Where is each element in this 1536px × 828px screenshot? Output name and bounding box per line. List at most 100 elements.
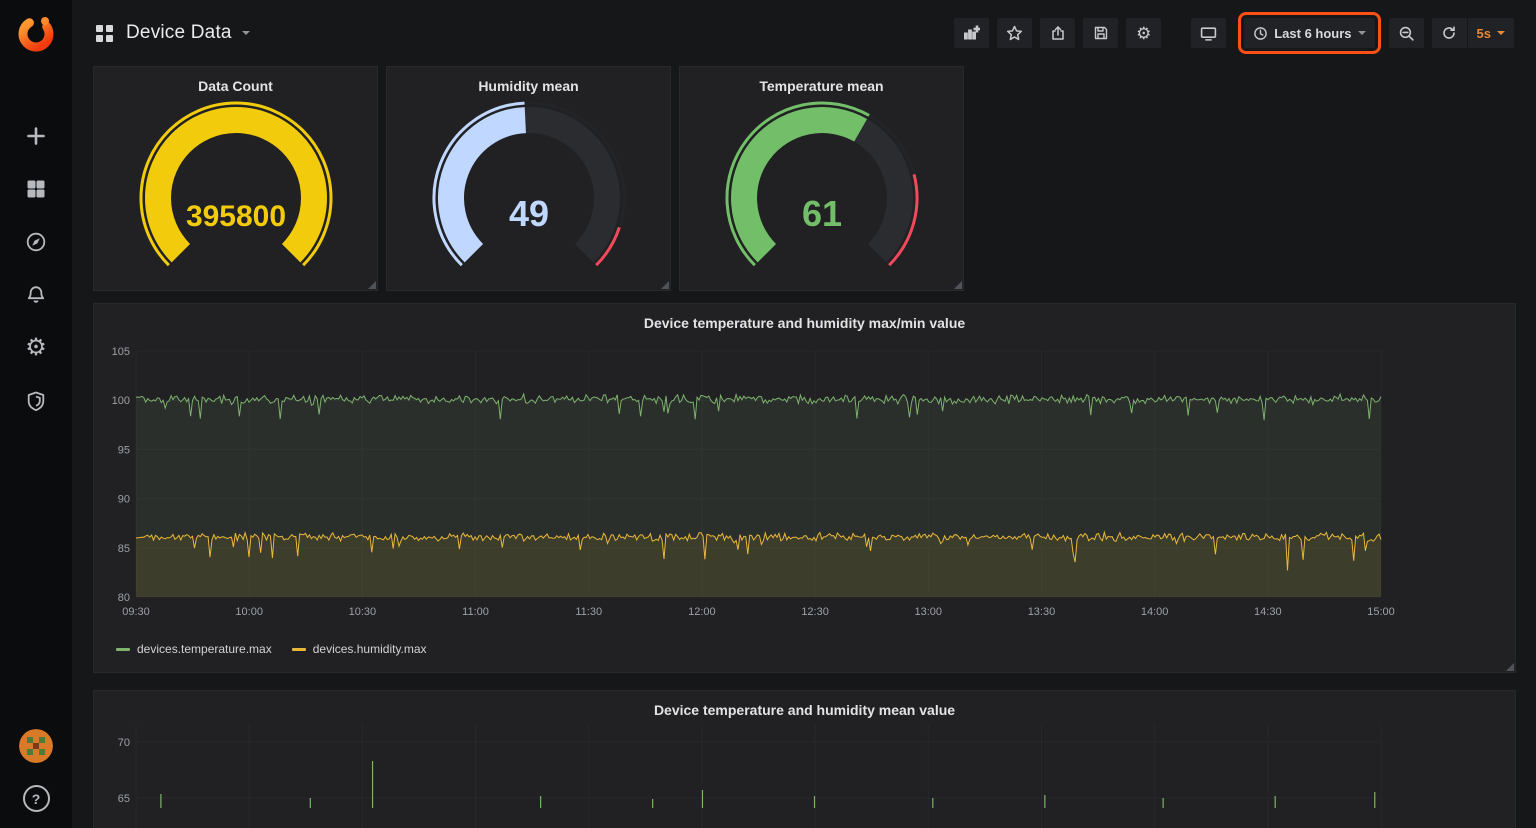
page-title[interactable]: Device Data bbox=[126, 22, 232, 44]
clock-icon bbox=[1253, 26, 1268, 41]
svg-text:100: 100 bbox=[112, 395, 130, 407]
svg-text:10:00: 10:00 bbox=[235, 606, 263, 618]
help-label: ? bbox=[32, 791, 41, 807]
panel-title[interactable]: Temperature mean bbox=[680, 67, 963, 96]
panel-resize-handle[interactable] bbox=[954, 281, 962, 289]
bell-icon bbox=[25, 284, 47, 306]
refresh-group: 5s bbox=[1432, 18, 1514, 48]
sidebar: ⚙ ? bbox=[0, 0, 72, 828]
gauge-temperature-mean: 61 bbox=[682, 98, 962, 284]
legend-item-humidity-max[interactable]: devices.humidity.max bbox=[292, 642, 427, 656]
dashboard-header: Device Data bbox=[72, 0, 1536, 66]
timeseries-chart[interactable]: 70 65 bbox=[94, 724, 1517, 828]
refresh-button[interactable] bbox=[1432, 18, 1467, 48]
gear-icon: ⚙ bbox=[1136, 25, 1151, 42]
grafana-logo[interactable] bbox=[12, 10, 60, 58]
gauge-humidity-mean: 49 bbox=[389, 98, 669, 284]
svg-text:80: 80 bbox=[118, 592, 130, 604]
sidebar-item-configuration[interactable]: ⚙ bbox=[18, 332, 54, 364]
compass-icon bbox=[25, 231, 47, 253]
refresh-interval-label: 5s bbox=[1477, 26, 1491, 41]
sidebar-item-explore[interactable] bbox=[18, 226, 54, 258]
panel-resize-handle[interactable] bbox=[368, 281, 376, 289]
monitor-icon bbox=[1200, 25, 1217, 42]
help-button[interactable]: ? bbox=[23, 785, 50, 812]
panel-mean-chart: Device temperature and humidity mean val… bbox=[93, 690, 1516, 828]
svg-text:95: 95 bbox=[118, 444, 130, 456]
panel-resize-handle[interactable] bbox=[1506, 663, 1514, 671]
dashboard-settings-button[interactable]: ⚙ bbox=[1126, 18, 1161, 48]
panel-title[interactable]: Device temperature and humidity max/min … bbox=[94, 304, 1515, 333]
gear-icon: ⚙ bbox=[25, 336, 47, 360]
chevron-down-icon bbox=[1358, 31, 1366, 35]
legend-swatch bbox=[292, 648, 306, 651]
gauge-panels-row: Data Count 395800 Humidity mean 49 Tempe… bbox=[72, 66, 1536, 291]
add-panel-icon bbox=[963, 25, 980, 42]
svg-text:49: 49 bbox=[508, 193, 548, 234]
sidebar-bottom: ? bbox=[19, 729, 53, 812]
svg-text:61: 61 bbox=[801, 193, 841, 234]
svg-text:13:00: 13:00 bbox=[915, 606, 943, 618]
timeseries-chart[interactable]: 80 85 90 95 100 105 09:30 10:00 10:30 11:00 11:30 1… bbox=[94, 337, 1517, 639]
panel-title[interactable]: Data Count bbox=[94, 67, 377, 96]
svg-text:09:30: 09:30 bbox=[122, 606, 150, 618]
panel-title[interactable]: Device temperature and humidity mean val… bbox=[94, 691, 1515, 720]
share-dashboard-button[interactable] bbox=[1040, 18, 1075, 48]
panel-humidity-mean: Humidity mean 49 bbox=[386, 66, 671, 291]
cycle-view-mode-button[interactable] bbox=[1191, 18, 1226, 48]
svg-text:395800: 395800 bbox=[185, 200, 285, 233]
add-panel-button[interactable] bbox=[954, 18, 989, 48]
star-icon bbox=[1006, 25, 1023, 42]
grafana-dashboard: ⚙ ? bbox=[0, 0, 1536, 828]
toolbar: ⚙ Last 6 hours bbox=[946, 12, 1514, 54]
gauge-data-count: 395800 bbox=[96, 98, 376, 284]
legend-item-temperature-max[interactable]: devices.temperature.max bbox=[116, 642, 272, 656]
svg-text:70: 70 bbox=[118, 737, 130, 749]
legend-swatch bbox=[116, 648, 130, 651]
grafana-logo-icon bbox=[14, 12, 58, 56]
save-icon bbox=[1093, 25, 1109, 41]
dashboards-grid-icon bbox=[25, 178, 47, 200]
sidebar-item-server-admin[interactable] bbox=[18, 385, 54, 417]
shield-icon bbox=[25, 390, 47, 412]
time-range-label: Last 6 hours bbox=[1274, 26, 1351, 41]
mark-favorite-button[interactable] bbox=[997, 18, 1032, 48]
sidebar-item-create[interactable] bbox=[18, 120, 54, 152]
panel-resize-handle[interactable] bbox=[661, 281, 669, 289]
svg-text:13:30: 13:30 bbox=[1028, 606, 1056, 618]
svg-text:90: 90 bbox=[118, 494, 130, 506]
time-picker-annotation-highlight: Last 6 hours bbox=[1238, 12, 1380, 54]
main-area: Device Data bbox=[72, 0, 1536, 828]
title-caret-icon[interactable] bbox=[242, 31, 250, 35]
svg-text:85: 85 bbox=[118, 543, 130, 555]
svg-text:14:30: 14:30 bbox=[1254, 606, 1282, 618]
panel-title[interactable]: Humidity mean bbox=[387, 67, 670, 96]
svg-text:14:00: 14:00 bbox=[1141, 606, 1169, 618]
svg-text:11:00: 11:00 bbox=[462, 606, 489, 618]
time-range-picker[interactable]: Last 6 hours bbox=[1244, 18, 1374, 48]
legend-label: devices.humidity.max bbox=[313, 642, 427, 656]
panel-max-min-chart: Device temperature and humidity max/min … bbox=[93, 303, 1516, 673]
svg-text:10:30: 10:30 bbox=[349, 606, 377, 618]
chevron-down-icon bbox=[1497, 31, 1505, 35]
sidebar-item-alerting[interactable] bbox=[18, 279, 54, 311]
user-avatar[interactable] bbox=[19, 729, 53, 763]
dashboard-grid-icon bbox=[96, 25, 113, 42]
svg-text:65: 65 bbox=[118, 793, 130, 805]
refresh-icon bbox=[1441, 25, 1457, 41]
svg-text:15:00: 15:00 bbox=[1367, 606, 1395, 618]
svg-text:12:30: 12:30 bbox=[801, 606, 829, 618]
panel-temperature-mean: Temperature mean 61 bbox=[679, 66, 964, 291]
svg-text:12:00: 12:00 bbox=[688, 606, 716, 618]
svg-text:11:30: 11:30 bbox=[575, 606, 602, 618]
svg-text:105: 105 bbox=[112, 346, 130, 358]
zoom-out-button[interactable] bbox=[1389, 18, 1424, 48]
user-avatar-icon bbox=[19, 729, 53, 763]
share-icon bbox=[1050, 25, 1066, 41]
refresh-interval-button[interactable]: 5s bbox=[1468, 18, 1514, 48]
sidebar-nav: ⚙ bbox=[18, 120, 54, 417]
legend-label: devices.temperature.max bbox=[137, 642, 272, 656]
zoom-out-icon bbox=[1398, 25, 1415, 42]
sidebar-item-dashboards[interactable] bbox=[18, 173, 54, 205]
save-dashboard-button[interactable] bbox=[1083, 18, 1118, 48]
